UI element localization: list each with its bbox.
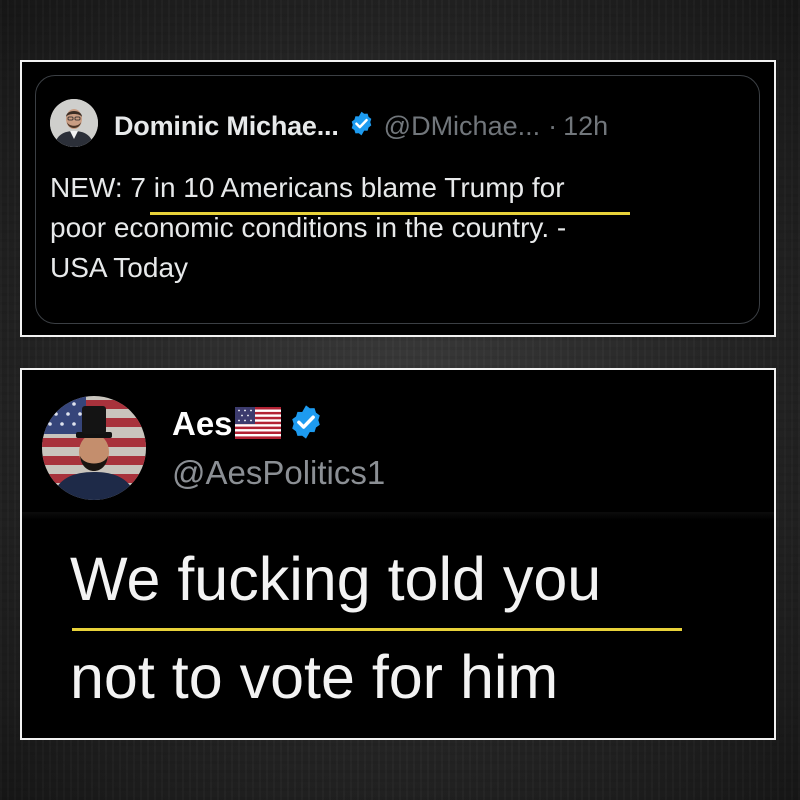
reply-post-panel: Aes @AesPolitics1 We fucking told you no…	[20, 368, 776, 740]
author-avatar[interactable]	[50, 99, 98, 147]
reply-text-line-1: We fucking told you	[70, 545, 602, 613]
quoted-post-header: Dominic Michae... @DMichae... · 12h	[114, 108, 608, 144]
quoted-post-line-1: NEW: 7 in 10 Americans blame Trump for	[50, 172, 565, 203]
quoted-post-panel: Dominic Michae... @DMichae... · 12h NEW:…	[20, 60, 776, 337]
verified-badge-icon	[348, 110, 375, 142]
reply-author-avatar[interactable]	[42, 396, 146, 500]
separator-dot: ·	[548, 110, 558, 141]
reply-text-line-2: not to vote for him	[70, 643, 559, 711]
verified-badge-icon	[287, 403, 325, 446]
quoted-post-text: NEW: 7 in 10 Americans blame Trump for p…	[50, 168, 730, 288]
quoted-post-line-3: USA Today	[50, 252, 189, 283]
highlight-underline	[150, 212, 630, 215]
quoted-post-line-2: poor economic conditions in the country.…	[50, 212, 567, 243]
reply-name-row: Aes	[172, 402, 325, 446]
patriot-portrait-icon	[42, 396, 146, 500]
author-handle[interactable]: @DMichae...	[384, 111, 540, 142]
person-portrait-icon	[50, 99, 98, 147]
reply-header-divider	[22, 512, 774, 520]
us-flag-icon	[234, 406, 281, 444]
highlight-underline	[72, 628, 682, 631]
reply-author-name[interactable]: Aes	[172, 405, 233, 443]
reply-author-handle[interactable]: @AesPolitics1	[172, 454, 385, 492]
author-name[interactable]: Dominic Michae...	[114, 111, 339, 142]
post-timestamp[interactable]: 12h	[563, 111, 608, 142]
